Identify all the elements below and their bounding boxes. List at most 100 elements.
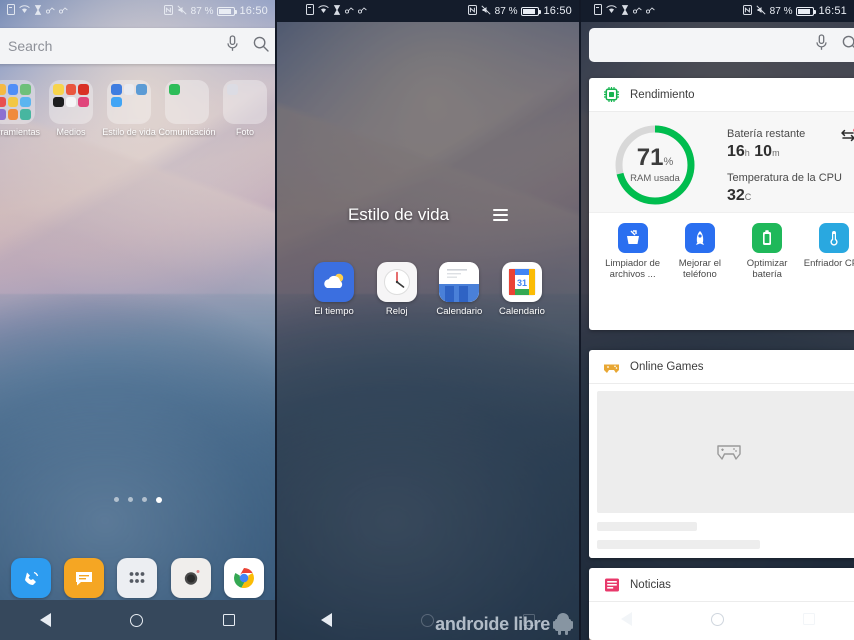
page-dot-active[interactable] <box>155 497 162 503</box>
app-google-calendario[interactable]: 31 Calendario <box>493 262 551 317</box>
cpu-temp-value: 32C <box>727 187 854 205</box>
tool-mejorar-el-telefono[interactable]: Mejorar el teléfono <box>666 223 733 280</box>
ram-caption: RAM usada <box>630 173 680 184</box>
folder-row: Herramientas Medios Estilo de vida <box>0 80 275 137</box>
page-dot[interactable] <box>127 497 133 502</box>
tool-label: Limpiador de archivos ... <box>605 258 661 280</box>
hamburger-menu-icon[interactable] <box>493 209 509 221</box>
battery-icon <box>217 6 238 16</box>
recents-square-icon[interactable] <box>223 614 236 626</box>
folder-medios[interactable]: Medios <box>42 80 100 137</box>
online-games-card[interactable]: Online Games <box>589 350 854 558</box>
news-list-icon <box>603 576 620 593</box>
games-placeholder <box>597 391 854 513</box>
battery-icon <box>521 6 542 16</box>
folder-label: Estilo de vida <box>102 127 156 137</box>
accessibility-icon-2 <box>357 6 367 17</box>
search-icon[interactable] <box>842 35 854 56</box>
ram-usage-ring: 71% RAM usada <box>612 122 698 208</box>
manager-search-bar[interactable] <box>589 28 854 62</box>
folder-preview-tile <box>223 80 267 124</box>
back-triangle-icon[interactable] <box>321 613 333 627</box>
swap-arrows-icon[interactable] <box>840 128 854 149</box>
home-circle-icon[interactable] <box>710 612 724 626</box>
home-circle-icon[interactable] <box>420 613 434 627</box>
page-dot[interactable] <box>113 497 119 502</box>
app-reloj[interactable]: Reloj <box>368 262 426 317</box>
tool-limpiador-de-archivos[interactable]: Limpiador de archivos ... <box>599 223 666 280</box>
chrome-app-icon[interactable] <box>224 558 265 598</box>
battery-hours: 16 <box>727 143 745 160</box>
thermometer-icon <box>819 223 850 253</box>
tool-enfriador-cpu[interactable]: Enfriador CPU <box>801 223 854 280</box>
hourglass-icon <box>621 4 629 18</box>
cpu-temp-number: 32 <box>727 187 745 204</box>
tool-optimizar-bateria[interactable]: Optimizar batería <box>734 223 801 280</box>
battery-remaining-label: Batería restante <box>727 128 806 140</box>
games-card-header: Online Games <box>589 350 854 384</box>
app-label: Reloj <box>385 306 408 317</box>
folder-estilo-de-vida[interactable]: Estilo de vida <box>100 80 158 137</box>
folder-herramientas[interactable]: Herramientas <box>0 80 42 137</box>
gamepad-icon <box>603 358 620 375</box>
panel-phone-manager: 87 % 16:51 Rendimiento 71% RAM usada Bat… <box>581 0 854 640</box>
accessibility-icon <box>344 6 354 17</box>
app-el-tiempo[interactable]: El tiempo <box>305 262 363 317</box>
manager-background: 87 % 16:51 Rendimiento 71% RAM usada Bat… <box>581 0 854 640</box>
wifi-icon <box>606 5 617 17</box>
folder-preview-tile <box>165 80 209 124</box>
home-search-bar[interactable]: Search <box>0 28 275 64</box>
microphone-icon[interactable] <box>815 34 828 56</box>
navigation-bar <box>581 598 854 640</box>
accessibility-icon <box>45 6 55 17</box>
site-watermark: androide libre <box>435 613 573 635</box>
performance-tools: Limpiador de archivos ... Mejorar el tel… <box>589 212 854 292</box>
news-card-header: Noticias <box>589 568 854 602</box>
battery-percent-label: 87 % <box>494 5 518 17</box>
nfc-icon <box>742 4 752 18</box>
performance-summary: 71% RAM usada Batería restante 16h 10m T… <box>589 112 854 212</box>
status-bar: 87 % 16:50 <box>0 0 275 22</box>
clock-app-icon <box>376 262 417 302</box>
battery-remaining-value: 16h 10m <box>727 143 854 161</box>
dock <box>0 558 275 598</box>
home-circle-icon[interactable] <box>130 613 144 627</box>
ram-percent-value: 71 <box>636 144 664 171</box>
accessibility-icon-2 <box>645 6 655 17</box>
games-skeleton-line <box>597 522 697 531</box>
games-card-title: Online Games <box>630 360 704 373</box>
battery-percent-label: 87 % <box>769 5 793 17</box>
mute-icon <box>756 4 766 18</box>
back-triangle-icon[interactable] <box>39 613 51 627</box>
screenshot-root: 87 % 16:50 Search ramientas Medios Estil… <box>0 0 854 640</box>
nfc-icon <box>467 4 477 18</box>
app-calendario[interactable]: Calendario <box>430 262 488 317</box>
camera-app-icon[interactable] <box>170 558 211 598</box>
phone-app-icon[interactable] <box>10 558 51 598</box>
clock-label: 16:50 <box>239 5 268 17</box>
sim-icon <box>7 4 15 18</box>
folder-preview-tile <box>49 80 93 124</box>
folder-comunicacion[interactable]: Comunicación <box>158 80 216 137</box>
ram-gauge-wrap: 71% RAM usada <box>589 122 721 208</box>
battery-minutes: 10 <box>754 143 773 160</box>
recents-square-icon[interactable] <box>802 613 815 625</box>
calendar-app-icon <box>439 262 480 302</box>
performance-card[interactable]: Rendimiento 71% RAM usada Batería restan… <box>589 78 854 330</box>
panel-home-screen: 87 % 16:50 Search ramientas Medios Estil… <box>0 0 275 640</box>
folder-preview-tile <box>107 80 151 124</box>
folder-label: Medios <box>56 127 86 137</box>
performance-stats: Batería restante 16h 10m Temperatura de … <box>721 122 854 208</box>
messages-app-icon[interactable] <box>64 558 105 598</box>
folder-foto[interactable]: Foto <box>216 80 274 137</box>
app-drawer-icon[interactable] <box>117 558 158 598</box>
back-triangle-icon[interactable] <box>620 612 632 626</box>
performance-card-header: Rendimiento <box>589 78 854 112</box>
folder-label: Foto <box>235 127 254 137</box>
search-icon[interactable] <box>253 36 269 57</box>
accessibility-icon-2 <box>58 6 68 17</box>
page-dot[interactable] <box>141 497 147 502</box>
games-card-body <box>589 384 854 558</box>
microphone-icon[interactable] <box>226 35 239 57</box>
app-label: Calendario <box>436 306 483 317</box>
